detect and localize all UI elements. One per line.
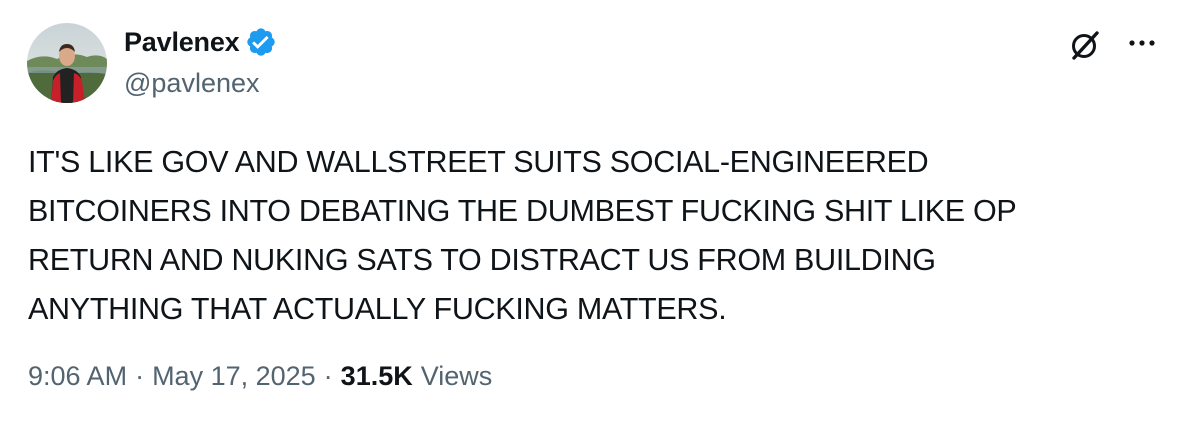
tweet-text: IT'S LIKE GOV AND WALLSTREET SUITS SOCIA… (28, 138, 1148, 334)
avatar[interactable] (27, 23, 107, 103)
more-options-icon[interactable] (1124, 28, 1160, 58)
author-name-row: Pavlenex (124, 24, 277, 60)
meta-separator: · (323, 361, 333, 391)
grok-icon[interactable] (1067, 27, 1103, 63)
author-display-name[interactable]: Pavlenex (124, 27, 240, 58)
views-count[interactable]: 31.5K (341, 361, 413, 392)
author-handle[interactable]: @pavlenex (124, 68, 260, 99)
tweet-time[interactable]: 9:06 AM (28, 361, 127, 392)
views-label: Views (420, 361, 493, 391)
tweet-date[interactable]: May 17, 2025 (152, 361, 316, 392)
tweet-text-line: IT'S LIKE GOV AND WALLSTREET SUITS SOCIA… (28, 145, 929, 179)
tweet-text-line: ANYTHING THAT ACTUALLY FUCKING MATTERS. (28, 292, 727, 326)
tweet-meta: 9:06 AM · May 17, 2025 · 31.5K Views (28, 361, 492, 392)
avatar-image (27, 23, 107, 103)
verified-badge-icon[interactable] (245, 26, 277, 58)
tweet-text-line: RETURN AND NUKING SATS TO DISTRACT US FR… (28, 243, 936, 277)
tweet-card: Pavlenex @pavlenex IT'S LIKE GOV AND WAL… (0, 0, 1186, 422)
meta-separator: · (135, 361, 145, 391)
tweet-text-line: BITCOINERS INTO DEBATING THE DUMBEST FUC… (28, 194, 1017, 228)
